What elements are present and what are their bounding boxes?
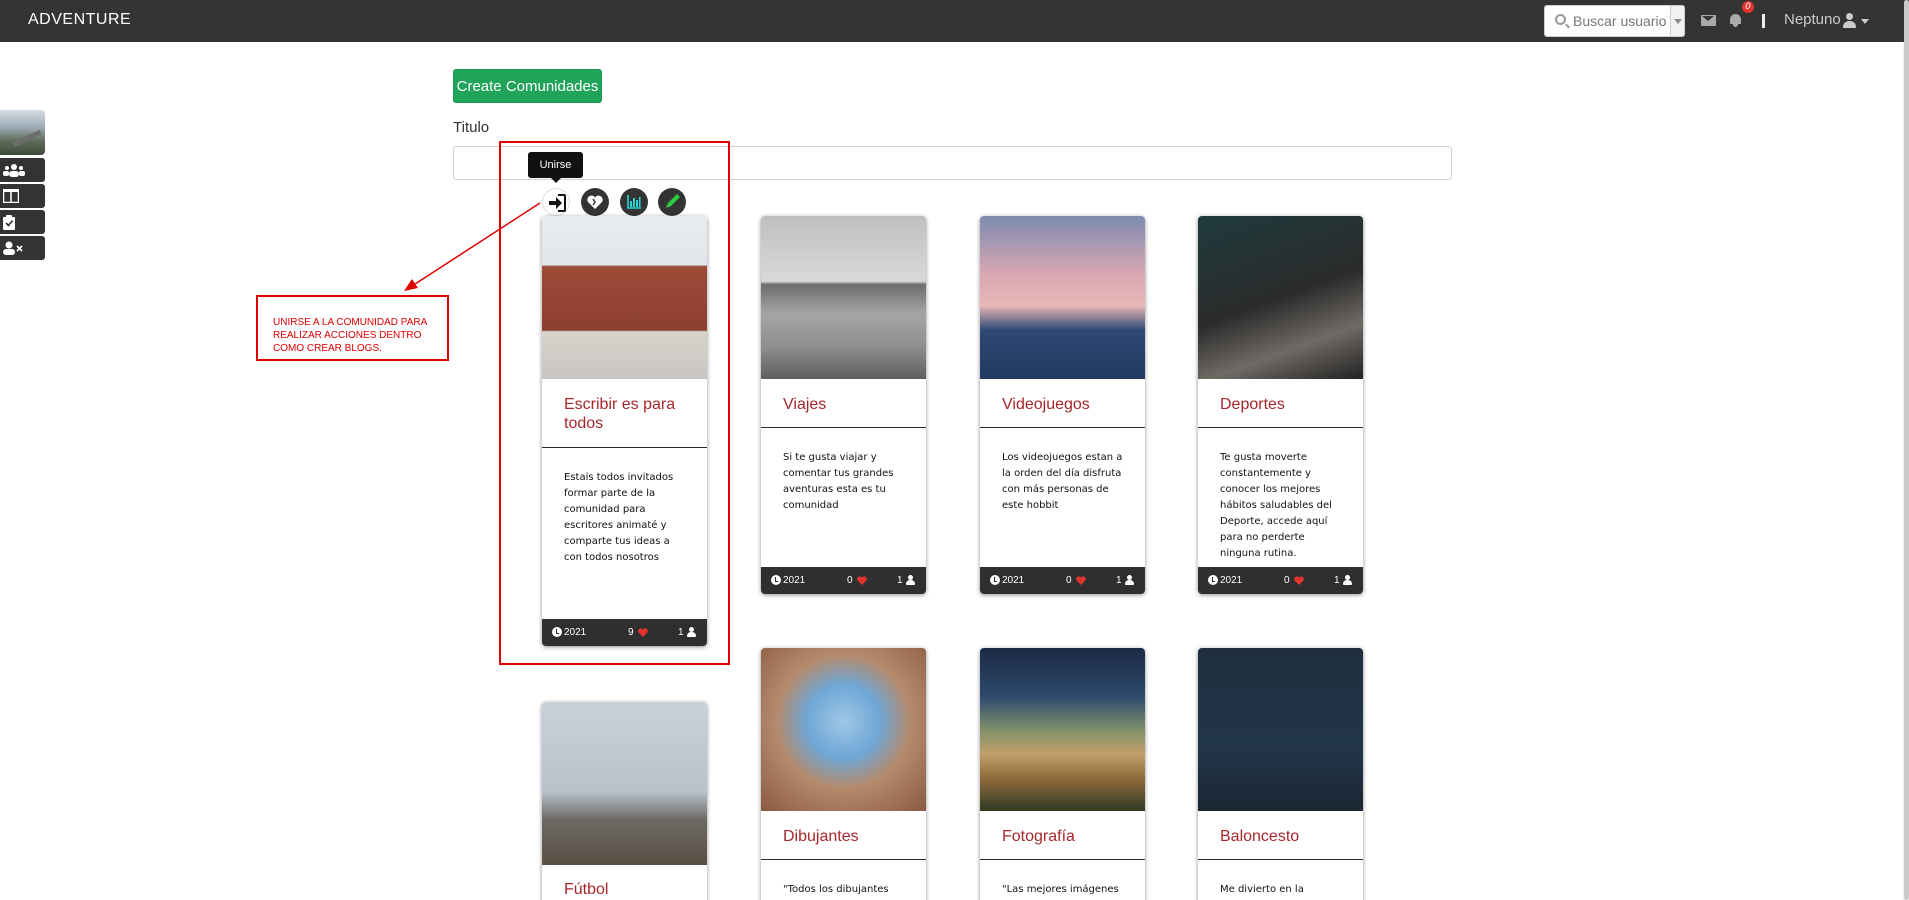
community-card[interactable]: Baloncesto Me divierto en la cancha, [1198, 648, 1363, 900]
heart-icon [857, 576, 867, 585]
card-likes-count: 0 [1284, 575, 1290, 586]
card-description: Si te gusta viajar y comentar tus grande… [783, 452, 894, 511]
card-title[interactable]: Deportes [1220, 395, 1285, 414]
card-description: Los videojuegos estan a la orden del día… [1002, 452, 1123, 511]
card-divider [980, 427, 1145, 428]
card-divider [1198, 859, 1363, 860]
card-members-count: 1 [897, 575, 903, 586]
card-image[interactable] [1198, 648, 1363, 811]
card-title[interactable]: Videojuegos [1002, 395, 1090, 414]
user-icon [906, 575, 915, 585]
card-footer: 2021 0 1 [1198, 567, 1363, 594]
sidebar-tasks-button[interactable] [0, 210, 45, 234]
community-card[interactable]: Viajes Si te gusta viajar y comentar tus… [761, 216, 926, 594]
card-image[interactable] [980, 648, 1145, 811]
search-dropdown-toggle[interactable] [1670, 6, 1684, 36]
card-divider [761, 427, 926, 428]
card-title[interactable]: Fotografía [1002, 827, 1075, 846]
card-divider [761, 859, 926, 860]
bell-icon[interactable] [1729, 14, 1742, 27]
users-icon [3, 164, 25, 177]
create-community-button[interactable]: Create Comunidades [453, 69, 602, 103]
user-search-box[interactable] [1544, 5, 1685, 37]
community-card[interactable]: Videojuegos Los videojuegos estan a la o… [980, 216, 1145, 594]
heart-icon [1076, 576, 1086, 585]
community-card[interactable]: Fotografía "Las mejores imágenes [980, 648, 1145, 900]
user-search-input[interactable] [1573, 11, 1667, 31]
card-likes-count: 0 [1066, 575, 1072, 586]
user-icon [1125, 575, 1134, 585]
user-remove-icon [3, 241, 23, 255]
card-description: "Todos los dibujantes [783, 884, 889, 895]
card-image[interactable] [980, 216, 1145, 379]
card-year: 2021 [783, 575, 806, 586]
title-filter-label: Titulo [453, 119, 490, 136]
card-divider [1198, 427, 1363, 428]
brand-logo[interactable]: ADVENTURE [28, 11, 131, 29]
card-image[interactable] [1198, 216, 1363, 379]
card-description: Me divierto en la cancha, [1220, 884, 1304, 895]
community-card[interactable]: Deportes Te gusta moverte constantemente… [1198, 216, 1363, 594]
card-year: 2021 [1002, 575, 1025, 586]
sidebar-blogs-button[interactable] [0, 184, 45, 208]
heart-icon [1294, 576, 1304, 585]
sidebar-community-image[interactable] [0, 110, 45, 155]
annotation-arrow [404, 202, 541, 291]
community-card[interactable]: Fútbol [542, 702, 707, 900]
annotation-note-text: UNIRSE A LA COMUNIDAD PARA REALIZAR ACCI… [273, 317, 427, 354]
envelope-icon[interactable] [1701, 15, 1716, 26]
card-image[interactable] [761, 648, 926, 811]
clock-icon [1208, 575, 1218, 585]
clipboard-check-icon [3, 215, 15, 230]
card-divider [980, 859, 1145, 860]
card-footer: 2021 0 1 [761, 567, 926, 594]
annotation-highlight-box [499, 141, 730, 665]
card-footer: 2021 0 1 [980, 567, 1145, 594]
user-menu-name[interactable]: Neptuno [1784, 11, 1841, 28]
card-title[interactable]: Viajes [783, 395, 826, 414]
navbar-divider [1762, 14, 1765, 28]
card-image[interactable] [761, 216, 926, 379]
card-members-count: 1 [1116, 575, 1122, 586]
card-title[interactable]: Fútbol [564, 880, 608, 899]
card-members-count: 1 [1334, 575, 1340, 586]
annotation-note: UNIRSE A LA COMUNIDAD PARA REALIZAR ACCI… [256, 295, 449, 361]
card-year: 2021 [1220, 575, 1243, 586]
card-description: Te gusta moverte constantemente y conoce… [1220, 452, 1332, 559]
user-icon[interactable] [1843, 13, 1856, 28]
user-icon [1343, 575, 1352, 585]
page-scrollbar-thumb[interactable] [1904, 0, 1909, 900]
clock-icon [990, 575, 1000, 585]
chevron-down-icon[interactable] [1861, 19, 1869, 24]
card-title[interactable]: Baloncesto [1220, 827, 1299, 846]
card-likes-count: 0 [847, 575, 853, 586]
search-icon [1555, 14, 1566, 25]
table-icon [3, 189, 19, 203]
card-image[interactable] [542, 702, 707, 865]
sidebar-members-button[interactable] [0, 158, 45, 182]
top-navbar: ADVENTURE 0 Neptuno [0, 0, 1909, 42]
notification-badge: 0 [1742, 1, 1754, 13]
sidebar-leave-button[interactable] [0, 236, 45, 260]
clock-icon [771, 575, 781, 585]
card-title[interactable]: Dibujantes [783, 827, 859, 846]
community-card[interactable]: Dibujantes "Todos los dibujantes [761, 648, 926, 900]
card-description: "Las mejores imágenes [1002, 884, 1119, 895]
